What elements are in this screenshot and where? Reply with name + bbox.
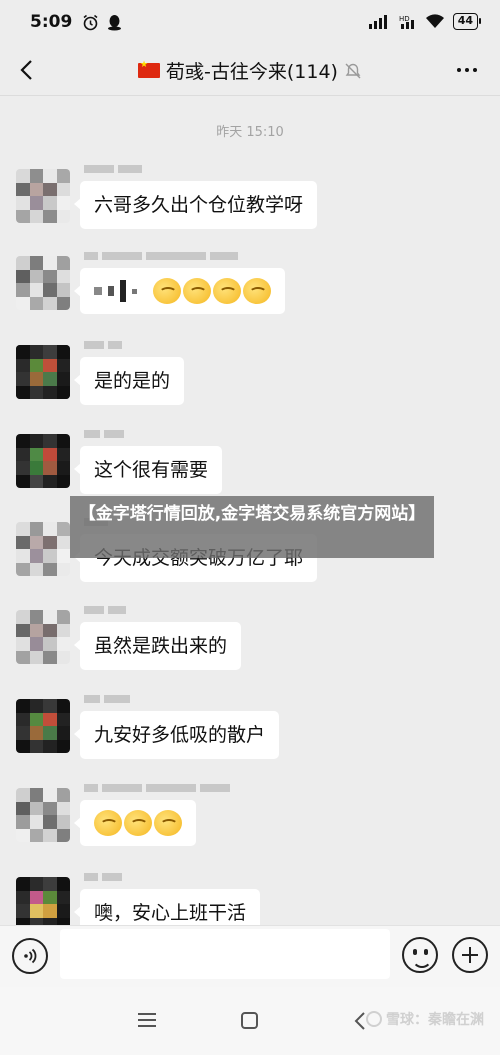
wave-emoji-icon — [243, 278, 272, 304]
avatar[interactable] — [16, 610, 70, 664]
sender-name-blurred — [84, 252, 238, 262]
wave-emoji-icon — [94, 810, 122, 836]
wave-emoji-icon — [153, 278, 182, 304]
message-bubble[interactable]: 六哥多久出个仓位教学呀 — [73, 181, 318, 229]
avatar[interactable] — [16, 256, 70, 310]
avatar[interactable] — [16, 345, 70, 399]
avatar[interactable] — [16, 877, 70, 925]
blurred-text — [94, 280, 137, 302]
wave-emoji-icon — [124, 810, 152, 836]
signal-icon — [368, 15, 387, 29]
overlay-banner: 【金字塔行情回放,金字塔交易系统官方网站】 — [70, 496, 434, 558]
battery-icon: 44 — [452, 13, 482, 30]
message-text: 噢，安心上班干活 — [94, 902, 247, 924]
wave-emoji-icon — [183, 278, 212, 304]
system-nav-bar: 雪球：秦瞻在渊 — [0, 987, 500, 1055]
avatar[interactable] — [16, 169, 70, 223]
message-text: 是的是的 — [94, 370, 171, 392]
more-options-button[interactable] — [452, 58, 482, 82]
avatar[interactable] — [16, 434, 70, 488]
sender-name-blurred — [84, 165, 142, 175]
wave-emoji-icon — [213, 278, 242, 304]
sender-name-blurred — [84, 341, 122, 351]
menu-icon[interactable] — [138, 1013, 156, 1027]
message-text: 六哥多久出个仓位教学呀 — [94, 194, 304, 216]
sender-name-blurred — [84, 430, 124, 440]
sender-name-blurred — [84, 784, 230, 794]
message-bubble[interactable]: 九安好多低吸的散户 — [73, 711, 280, 759]
message-bubble[interactable]: 虽然是跌出来的 — [73, 622, 242, 670]
message-timestamp: 昨天 15:10 — [216, 125, 284, 140]
message-text: 虽然是跌出来的 — [94, 635, 228, 657]
svg-text:HD: HD — [399, 15, 410, 23]
sender-name-blurred — [84, 695, 130, 705]
mute-icon — [345, 63, 361, 78]
wave-emoji-icon — [154, 810, 182, 836]
alarm-icon — [83, 14, 98, 31]
avatar[interactable] — [16, 699, 70, 753]
emoji-button[interactable] — [402, 937, 438, 973]
avatar[interactable] — [16, 788, 70, 842]
status-bar: 5:09 HD 44 — [0, 0, 500, 44]
message-bubble[interactable] — [73, 268, 286, 314]
page-title: 荀彧-古往今来(114) — [166, 61, 338, 83]
status-time: 5:09 — [30, 12, 73, 32]
message-bubble[interactable] — [74, 800, 196, 846]
message-bubble[interactable]: 这个很有需要 — [73, 446, 223, 494]
watermark: 雪球：秦瞻在渊 — [366, 1009, 484, 1029]
hd-signal-icon: HD — [399, 15, 414, 29]
wifi-icon — [425, 14, 444, 28]
emoji-group — [153, 278, 272, 304]
watermark-text: 雪球：秦瞻在渊 — [386, 1012, 484, 1028]
qq-icon — [108, 15, 121, 31]
emoji-group — [94, 810, 182, 836]
sender-name-blurred — [84, 606, 126, 616]
message-bubble[interactable]: 是的是的 — [73, 357, 185, 405]
chat-header: 荀彧-古往今来(114) — [0, 44, 500, 96]
voice-icon — [24, 948, 37, 964]
message-input[interactable] — [60, 929, 390, 979]
voice-input-button[interactable] — [12, 938, 48, 974]
snowball-logo-icon — [366, 1011, 382, 1027]
home-icon[interactable] — [241, 1012, 258, 1029]
china-flag-icon — [138, 60, 161, 78]
input-bar — [0, 925, 500, 987]
message-text: 九安好多低吸的散户 — [94, 724, 266, 746]
message-bubble[interactable]: 噢，安心上班干活 — [73, 889, 261, 925]
avatar[interactable] — [16, 522, 70, 576]
message-text: 这个很有需要 — [94, 459, 209, 481]
more-actions-button[interactable] — [452, 937, 488, 973]
sender-name-blurred — [84, 873, 122, 883]
